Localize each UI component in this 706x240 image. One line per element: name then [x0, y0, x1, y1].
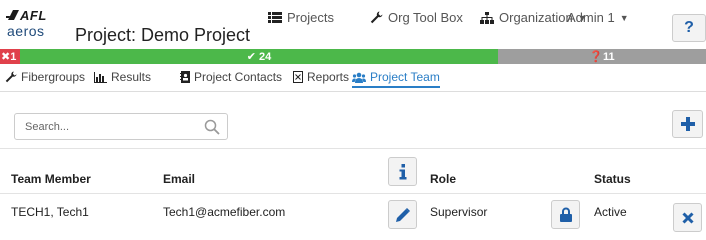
info-icon: [399, 163, 406, 179]
table-row-divider: [0, 193, 706, 194]
tab-project-team-label: Project Team: [370, 70, 440, 84]
status-cell: Active: [594, 205, 627, 219]
search-input[interactable]: [25, 119, 195, 135]
sitemap-icon: [480, 11, 494, 24]
search-icon[interactable]: [204, 119, 220, 135]
pencil-icon: [395, 207, 410, 222]
lock-member-button[interactable]: [551, 200, 580, 229]
column-header-role[interactable]: Role: [430, 172, 456, 186]
afl-logo-mark-icon: [6, 10, 19, 20]
question-icon: ?: [684, 19, 694, 36]
status-unknown-count: 11: [603, 50, 615, 63]
report-icon: [293, 71, 303, 83]
close-icon: [681, 211, 694, 224]
search-box: [14, 113, 228, 140]
edit-member-button[interactable]: [388, 200, 417, 229]
section-divider: [0, 148, 706, 149]
nav-admin-label: Admin 1: [567, 10, 615, 25]
add-team-member-button[interactable]: [672, 110, 703, 138]
page-title: Project: Demo Project: [75, 25, 251, 45]
project-tabs: Fibergroups Results Project Contacts Rep…: [0, 66, 706, 92]
column-header-team-member[interactable]: Team Member: [11, 172, 91, 186]
wrench-icon: [370, 11, 383, 24]
logo-brand-text: AFL: [20, 8, 47, 23]
info-button[interactable]: [388, 157, 417, 186]
tab-fibergroups-label: Fibergroups: [21, 70, 86, 84]
email-cell: Tech1@acmefiber.com: [163, 205, 286, 219]
list-icon: [268, 12, 282, 23]
tab-project-team[interactable]: Project Team: [352, 70, 440, 88]
status-passed-segment[interactable]: ✔ 24: [20, 49, 498, 64]
caret-down-icon: ▼: [619, 12, 629, 23]
tab-fibergroups[interactable]: Fibergroups: [5, 70, 85, 84]
nav-org-tool-box-link[interactable]: Org Tool Box: [370, 10, 463, 25]
nav-projects-link[interactable]: Projects: [268, 10, 334, 25]
nav-organization-label: Organization: [499, 10, 573, 25]
help-button[interactable]: ?: [672, 14, 706, 42]
team-member-cell: TECH1, Tech1: [11, 205, 89, 219]
column-header-email[interactable]: Email: [163, 172, 195, 186]
plus-icon: [680, 117, 695, 131]
tab-reports-label: Reports: [307, 70, 350, 84]
test-status-bar: ✖ 1 ✔ 24 ❓ 11: [0, 49, 706, 64]
question-circle-icon: ❓: [589, 51, 604, 63]
afl-aeros-logo: AFL aeros: [6, 8, 64, 46]
tab-results[interactable]: Results: [94, 70, 151, 84]
status-failed-count: 1: [10, 50, 17, 63]
nav-org-tool-box-label: Org Tool Box: [388, 10, 463, 25]
lock-icon: [559, 207, 572, 222]
users-icon: [352, 72, 366, 83]
check-icon: ✔: [246, 51, 260, 63]
nav-projects-label: Projects: [287, 10, 334, 25]
status-unknown-segment[interactable]: ❓ 11: [498, 49, 706, 64]
wrench-icon: [5, 71, 17, 83]
tab-reports[interactable]: Reports: [293, 70, 349, 84]
status-passed-count: 24: [259, 50, 272, 63]
column-header-status[interactable]: Status: [594, 172, 631, 186]
status-failed-segment[interactable]: ✖ 1: [0, 49, 20, 64]
address-book-icon: [180, 71, 190, 83]
tab-results-label: Results: [111, 70, 152, 84]
remove-member-button[interactable]: [673, 203, 702, 232]
bar-chart-icon: [94, 71, 107, 83]
role-cell: Supervisor: [430, 205, 488, 219]
logo-product-text: aeros: [7, 23, 45, 39]
tab-project-contacts[interactable]: Project Contacts: [180, 70, 282, 84]
nav-admin-dropdown[interactable]: Admin 1 ▼: [567, 10, 629, 25]
x-icon: ✖: [1, 51, 11, 63]
tab-project-contacts-label: Project Contacts: [194, 70, 283, 84]
app-header: AFL aeros Project: Demo Project Projects…: [0, 0, 706, 48]
